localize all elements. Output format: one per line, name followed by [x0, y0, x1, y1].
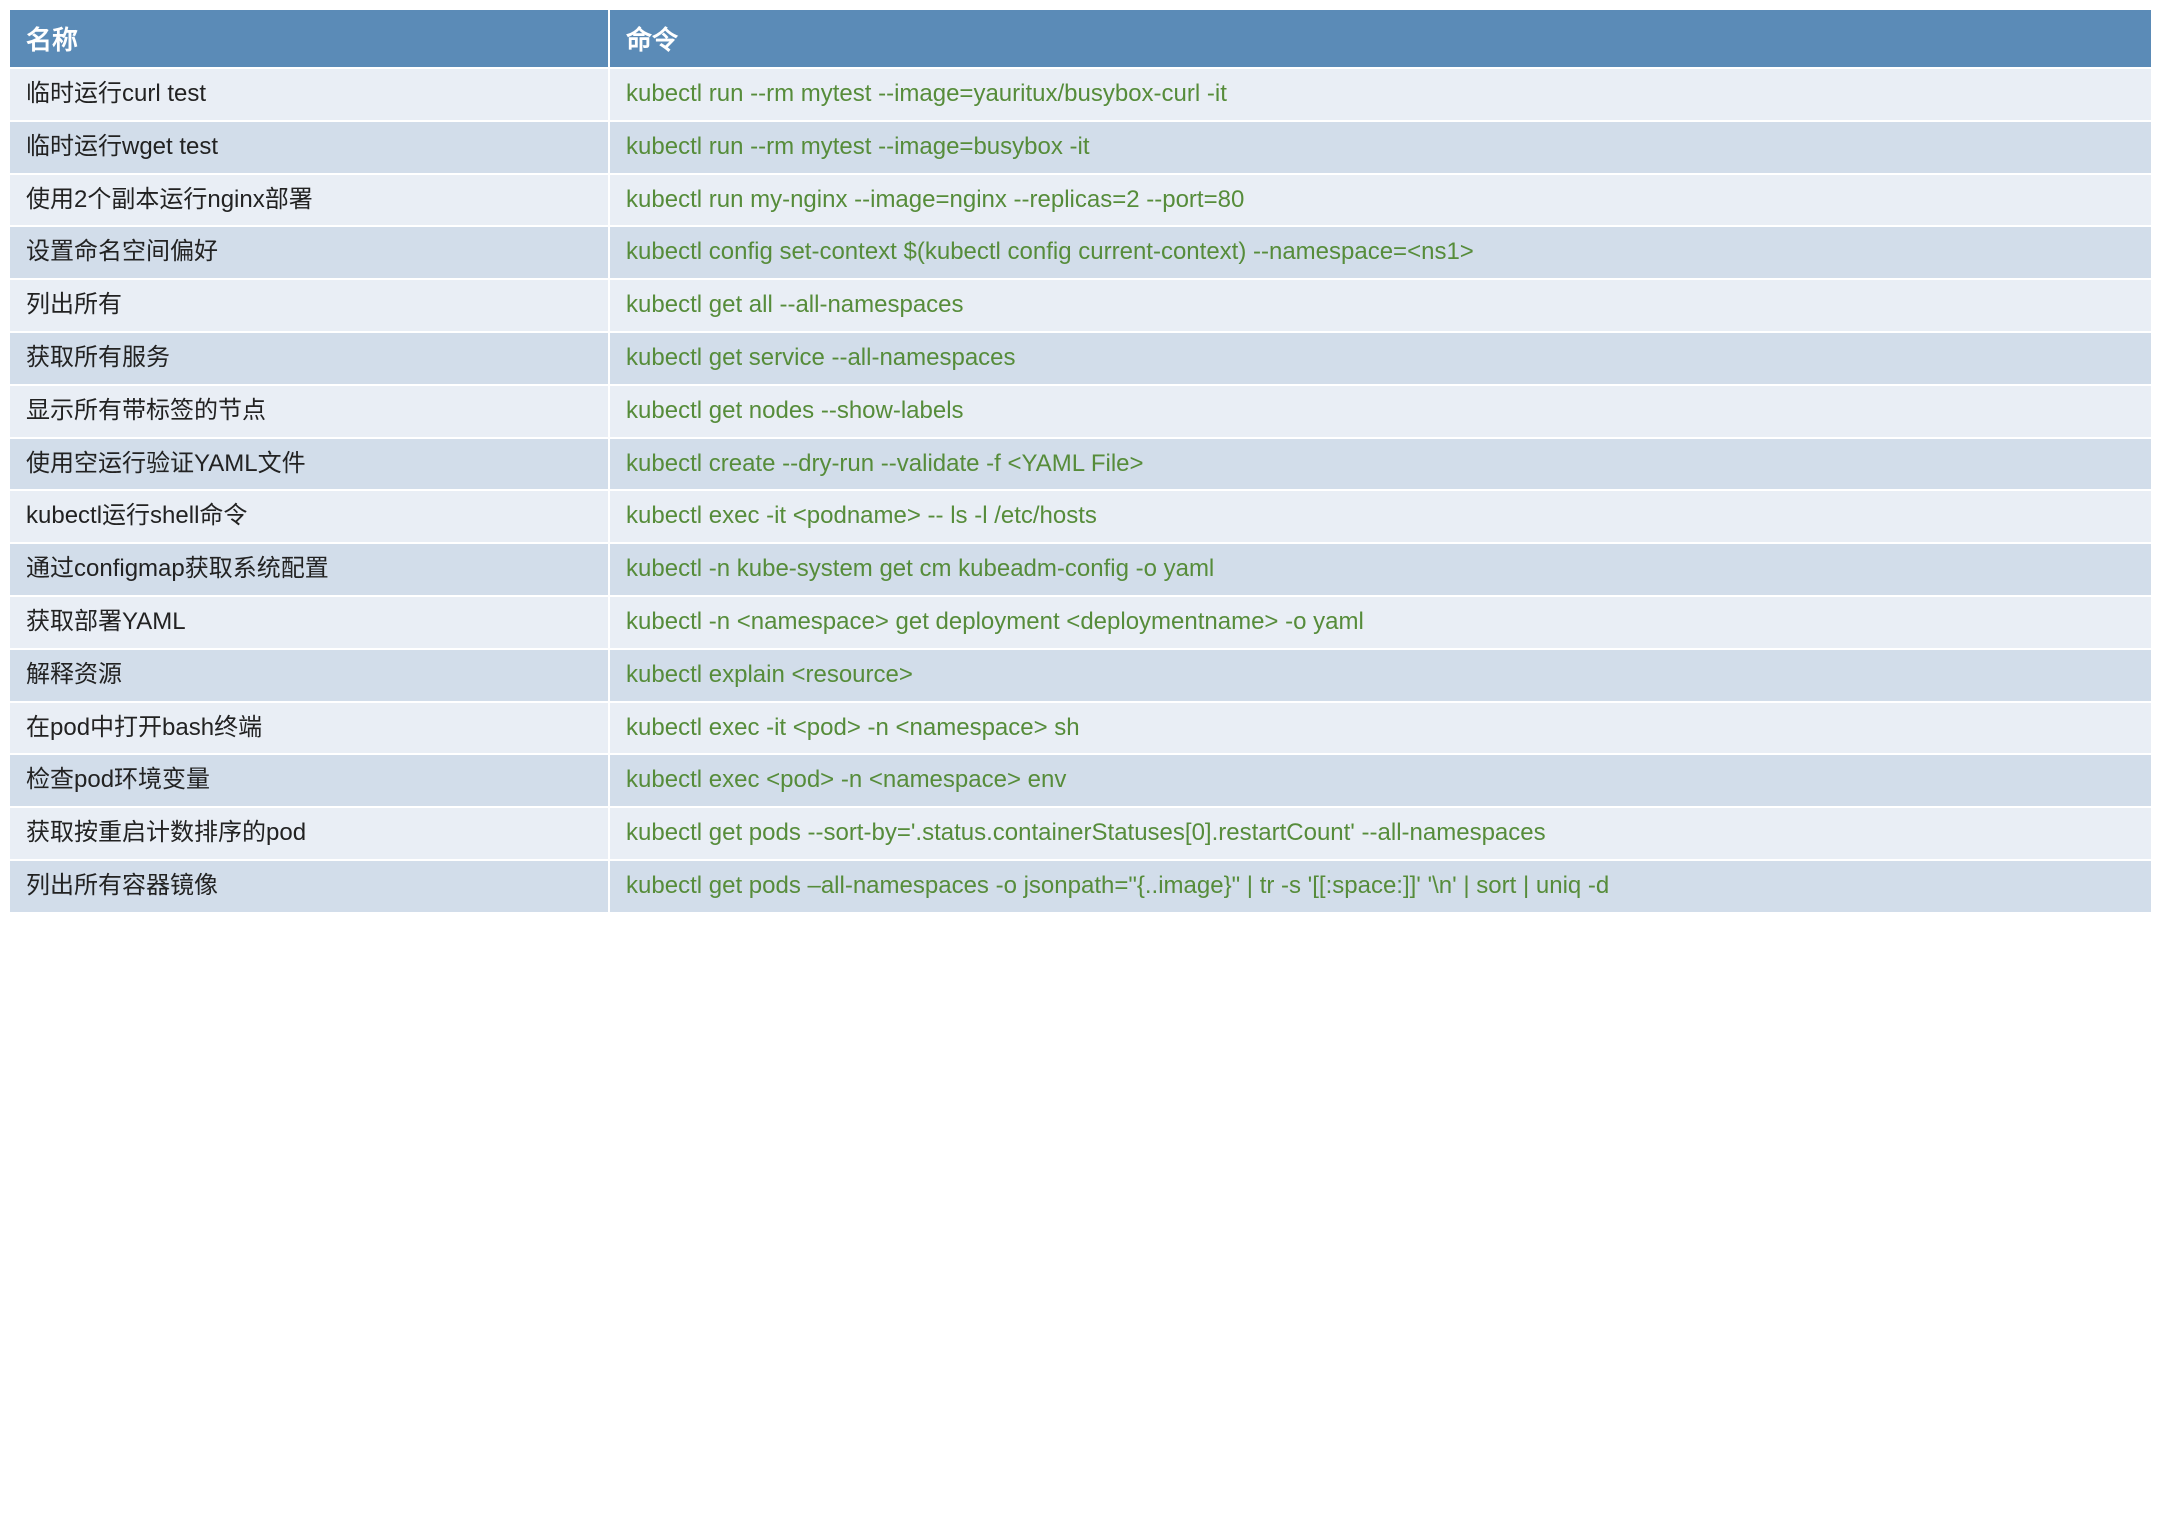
table-row: kubectl运行shell命令kubectl exec -it <podnam…: [9, 490, 2152, 543]
table-row: 设置命名空间偏好kubectl config set-context $(kub…: [9, 226, 2152, 279]
row-name: kubectl运行shell命令: [9, 490, 609, 543]
row-command: kubectl -n <namespace> get deployment <d…: [609, 596, 2152, 649]
table-row: 使用空运行验证YAML文件kubectl create --dry-run --…: [9, 438, 2152, 491]
table-row: 使用2个副本运行nginx部署kubectl run my-nginx --im…: [9, 174, 2152, 227]
table-header-row: 名称 命令: [9, 9, 2152, 68]
table-row: 检查pod环境变量kubectl exec <pod> -n <namespac…: [9, 754, 2152, 807]
row-name: 获取按重启计数排序的pod: [9, 807, 609, 860]
row-name: 临时运行wget test: [9, 121, 609, 174]
table-row: 获取所有服务 kubectl get service --all-namespa…: [9, 332, 2152, 385]
row-command: kubectl explain <resource>: [609, 649, 2152, 702]
row-name: 获取所有服务: [9, 332, 609, 385]
row-command: kubectl get pods --sort-by='.status.cont…: [609, 807, 2152, 860]
row-command: kubectl get pods –all-namespaces -o json…: [609, 860, 2152, 913]
row-name: 解释资源: [9, 649, 609, 702]
row-command: kubectl -n kube-system get cm kubeadm-co…: [609, 543, 2152, 596]
row-name: 使用空运行验证YAML文件: [9, 438, 609, 491]
table-row: 在pod中打开bash终端kubectl exec -it <pod> -n <…: [9, 702, 2152, 755]
table-row: 获取部署YAMLkubectl -n <namespace> get deplo…: [9, 596, 2152, 649]
row-name: 显示所有带标签的节点: [9, 385, 609, 438]
table-row: 列出所有容器镜像kubectl get pods –all-namespaces…: [9, 860, 2152, 913]
row-name: 在pod中打开bash终端: [9, 702, 609, 755]
table-row: 临时运行curl testkubectl run --rm mytest --i…: [9, 68, 2152, 121]
row-command: kubectl get service --all-namespaces: [609, 332, 2152, 385]
row-name: 使用2个副本运行nginx部署: [9, 174, 609, 227]
row-command: kubectl exec -it <pod> -n <namespace> sh: [609, 702, 2152, 755]
row-name: 列出所有容器镜像: [9, 860, 609, 913]
row-command: kubectl exec <pod> -n <namespace> env: [609, 754, 2152, 807]
row-command: kubectl run my-nginx --image=nginx --rep…: [609, 174, 2152, 227]
table-row: 显示所有带标签的节点kubectl get nodes --show-label…: [9, 385, 2152, 438]
table-row: 通过configmap获取系统配置kubectl -n kube-system …: [9, 543, 2152, 596]
table-row: 解释资源kubectl explain <resource>: [9, 649, 2152, 702]
row-command: kubectl run --rm mytest --image=yauritux…: [609, 68, 2152, 121]
table-row: 列出所有 kubectl get all --all-namespaces: [9, 279, 2152, 332]
row-name: 检查pod环境变量: [9, 754, 609, 807]
header-name: 名称: [9, 9, 609, 68]
row-command: kubectl create --dry-run --validate -f <…: [609, 438, 2152, 491]
header-command: 命令: [609, 9, 2152, 68]
row-name: 通过configmap获取系统配置: [9, 543, 609, 596]
row-command: kubectl exec -it <podname> -- ls -l /etc…: [609, 490, 2152, 543]
row-name: 临时运行curl test: [9, 68, 609, 121]
row-command: kubectl run --rm mytest --image=busybox …: [609, 121, 2152, 174]
row-name: 获取部署YAML: [9, 596, 609, 649]
table-row: 临时运行wget testkubectl run --rm mytest --i…: [9, 121, 2152, 174]
table-row: 获取按重启计数排序的podkubectl get pods --sort-by=…: [9, 807, 2152, 860]
row-command: kubectl get nodes --show-labels: [609, 385, 2152, 438]
row-command: kubectl config set-context $(kubectl con…: [609, 226, 2152, 279]
row-name: 列出所有: [9, 279, 609, 332]
row-name: 设置命名空间偏好: [9, 226, 609, 279]
row-command: kubectl get all --all-namespaces: [609, 279, 2152, 332]
kubectl-commands-table: 名称 命令 临时运行curl testkubectl run --rm myte…: [8, 8, 2153, 914]
